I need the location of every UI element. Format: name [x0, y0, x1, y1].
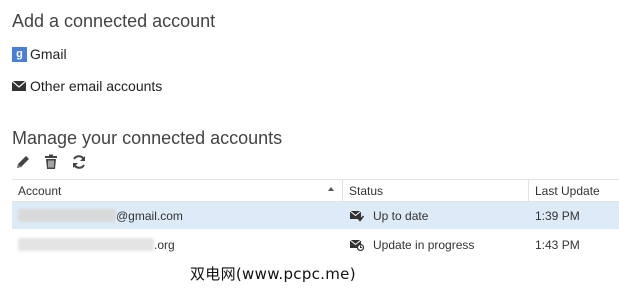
account-cell: @gmail.com: [12, 202, 342, 229]
last-update-cell: 1:39 PM: [535, 208, 580, 223]
account-cell: .org: [12, 231, 342, 258]
delete-icon[interactable]: [42, 153, 60, 171]
refresh-icon[interactable]: [70, 153, 88, 171]
column-header-account[interactable]: Account: [12, 180, 342, 201]
table-row[interactable]: .org Update in progress 1:43 PM: [12, 231, 619, 258]
add-other-email-link[interactable]: Other email accounts: [12, 78, 162, 94]
watermark: 双电网(www.pcpc.me): [190, 265, 356, 283]
table-row[interactable]: @gmail.com Up to date 1:39 PM: [12, 202, 619, 229]
status-cell: Up to date: [342, 202, 528, 229]
add-account-title: Add a connected account: [12, 11, 216, 31]
sort-ascending-icon: [328, 187, 334, 191]
redacted-username: [18, 238, 154, 251]
redacted-username: [18, 209, 116, 222]
edit-icon[interactable]: [14, 153, 32, 171]
envelope-icon: [12, 81, 26, 91]
column-header-status[interactable]: Status: [342, 180, 528, 201]
account-domain: @gmail.com: [116, 208, 183, 223]
column-header-last-update[interactable]: Last Update: [528, 180, 619, 201]
account-domain: .org: [154, 237, 175, 252]
manage-accounts-title: Manage your connected accounts: [12, 128, 283, 148]
mail-sync-icon: [350, 239, 364, 251]
status-cell: Update in progress: [342, 231, 528, 258]
accounts-toolbar: [14, 153, 88, 171]
gmail-label: Gmail: [30, 46, 67, 62]
other-email-label: Other email accounts: [30, 78, 163, 94]
table-header: Account Status Last Update: [12, 179, 619, 202]
gmail-icon: g: [12, 46, 27, 62]
last-update-cell: 1:43 PM: [535, 237, 580, 252]
add-gmail-link[interactable]: g Gmail: [12, 46, 67, 62]
mail-check-icon: [350, 210, 364, 222]
accounts-table: Account Status Last Update @gmail.com Up…: [12, 179, 619, 258]
